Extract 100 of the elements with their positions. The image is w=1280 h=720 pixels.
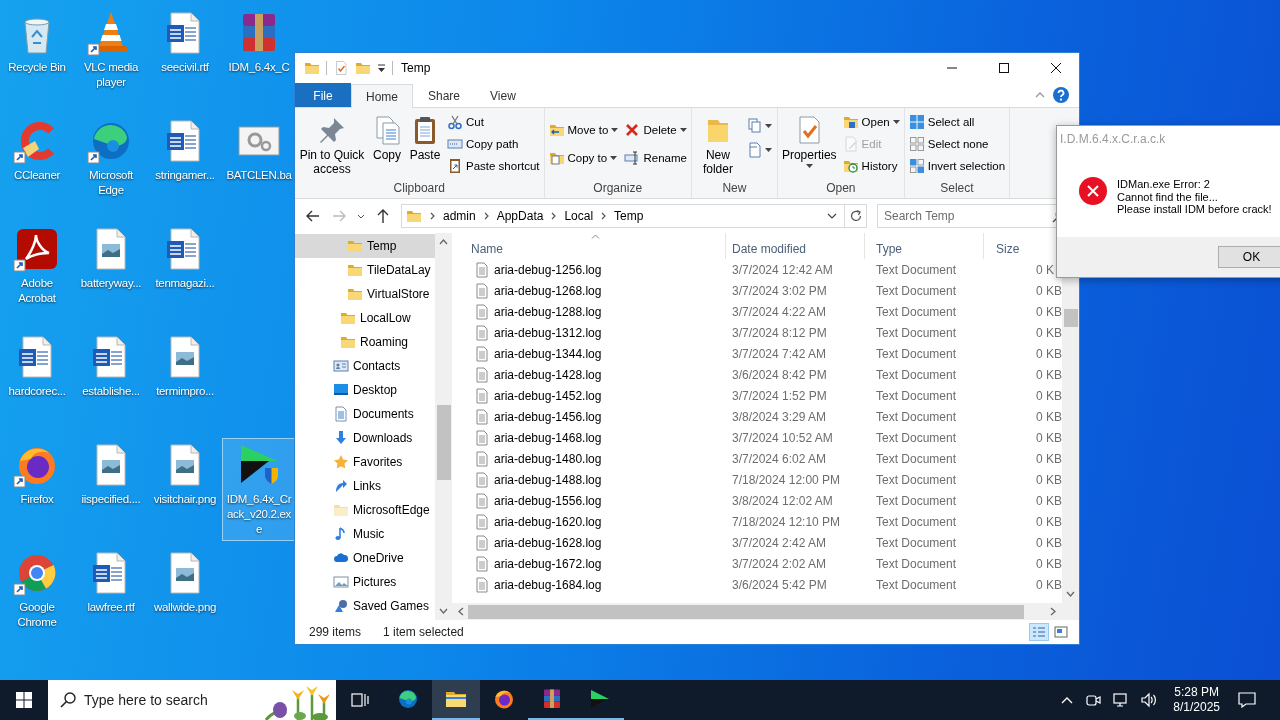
ribbon-tab[interactable]: View: [475, 83, 531, 107]
ribbon-button[interactable]: Delete: [621, 119, 690, 141]
scrollbar-thumb[interactable]: [436, 405, 451, 480]
nav-item[interactable]: Links: [295, 474, 435, 498]
breadcrumb[interactable]: AppData: [496, 209, 544, 223]
file-row[interactable]: aria-debug-1620.log 7/18/2024 12:10 PM Text Document 0 KB: [454, 511, 1062, 532]
taskbar-app[interactable]: [432, 680, 480, 720]
column-header[interactable]: Date modified: [726, 233, 865, 259]
ribbon-button[interactable]: New folder: [692, 111, 743, 179]
table-cell-text: 0 KB: [1035, 304, 1061, 319]
file-row[interactable]: aria-debug-1556.log 3/8/2024 12:02 AM Text Document 0 KB: [454, 490, 1062, 511]
scroll-down-icon[interactable]: [439, 608, 448, 614]
file-name: aria-debug-1312.log: [494, 325, 602, 340]
search-icon: [60, 692, 76, 708]
column-header[interactable]: Name: [454, 233, 726, 259]
refresh-icon: [848, 209, 863, 223]
breadcrumb[interactable]: Temp: [614, 209, 644, 223]
ribbon-button[interactable]: History: [839, 155, 903, 177]
ribbon-button[interactable]: Select all: [905, 111, 1009, 133]
nav-item[interactable]: OneDrive: [295, 546, 435, 570]
ribbon-button[interactable]: Pin to Quick access: [296, 111, 368, 179]
ribbon-button[interactable]: Properties: [778, 111, 840, 171]
search-input[interactable]: Search Temp: [878, 209, 1052, 223]
breadcrumb[interactable]: Local: [564, 209, 594, 223]
nav-item[interactable]: Temp: [295, 234, 435, 258]
column-header[interactable]: Type: [865, 233, 984, 259]
nav-item[interactable]: Contacts: [295, 354, 435, 378]
nav-item[interactable]: Downloads: [295, 426, 435, 450]
nav-item[interactable]: Documents: [295, 402, 435, 426]
ribbon-button[interactable]: Open: [839, 111, 903, 133]
up-arrow-icon[interactable]: [375, 208, 391, 224]
scrollbar-thumb[interactable]: [1063, 309, 1078, 327]
clock[interactable]: 5:28 PM 8/1/2025: [1167, 685, 1226, 715]
file-row[interactable]: aria-debug-1628.log 3/7/2024 2:42 AM Text Document 0 KB: [454, 532, 1062, 553]
nav-item[interactable]: LocalLow: [295, 306, 435, 330]
nav-item[interactable]: Roaming: [295, 330, 435, 354]
table-cell-text: 0 KB: [1035, 493, 1061, 508]
desktop-icon: [333, 382, 349, 398]
file-row[interactable]: aria-debug-1288.log 3/7/2024 4:22 AM Text Document 0 KB: [454, 301, 1062, 322]
network-icon[interactable]: [1113, 692, 1130, 708]
view-button[interactable]: [1051, 623, 1071, 641]
ribbon-tab[interactable]: Home: [351, 84, 413, 108]
ribbon-tab[interactable]: Share: [413, 83, 476, 107]
ribbon-tab[interactable]: File: [295, 83, 351, 107]
nav-item[interactable]: TileDataLay: [295, 258, 435, 282]
ribbon-button[interactable]: Select none: [905, 133, 1009, 155]
recent-caret-icon[interactable]: [357, 213, 365, 219]
nav-item[interactable]: Music: [295, 522, 435, 546]
file-row[interactable]: aria-debug-1452.log 3/7/2024 1:52 PM Text Document 0 KB: [454, 385, 1062, 406]
table-cell-text: Text Document: [875, 304, 958, 319]
nav-item[interactable]: MicrosoftEdge: [295, 498, 435, 522]
back-arrow-icon[interactable]: [305, 208, 321, 224]
help-icon[interactable]: [1053, 87, 1069, 103]
ribbon-button[interactable]: Paste shortcut: [444, 155, 543, 177]
file-row[interactable]: aria-debug-1344.log 3/7/2024 7:42 AM Text Document 0 KB: [454, 343, 1062, 364]
ribbon-button[interactable]: Rename: [621, 147, 690, 169]
nav-item[interactable]: Favorites: [295, 450, 435, 474]
file-row[interactable]: aria-debug-1256.log 3/7/2024 12:42 AM Text Document 0 K: [454, 259, 1062, 280]
file-row[interactable]: aria-debug-1684.log 3/6/2024 5:42 PM Text Document 0 KB: [454, 574, 1062, 595]
search-input[interactable]: Type here to search: [84, 692, 252, 708]
ribbon-button[interactable]: Copy to: [545, 147, 622, 169]
nav-item[interactable]: VirtualStore: [295, 282, 435, 306]
file-row[interactable]: aria-debug-1456.log 3/8/2024 3:29 AM Text Document 0 KB: [454, 406, 1062, 427]
scroll-up-icon[interactable]: [439, 239, 448, 245]
column-header[interactable]: Size: [984, 233, 1061, 259]
nav-item[interactable]: Saved Games: [295, 594, 435, 618]
ribbon-button[interactable]: Copy: [368, 111, 406, 165]
text-file-icon: [474, 303, 490, 320]
ribbon-button[interactable]: Paste: [406, 111, 444, 165]
meeting-icon[interactable]: [1085, 692, 1102, 708]
table-cell-text: Text Document: [875, 514, 958, 529]
nav-item[interactable]: Pictures: [295, 570, 435, 594]
scroll-right-icon[interactable]: [1050, 607, 1056, 616]
notification-icon[interactable]: [1238, 692, 1256, 708]
scroll-down-icon[interactable]: [1066, 591, 1075, 597]
scrollbar[interactable]: [435, 233, 452, 620]
ribbon-button[interactable]: Invert selection: [905, 155, 1009, 177]
file-row[interactable]: aria-debug-1672.log 3/7/2024 2:02 AM Text Document 0 KB: [454, 553, 1062, 574]
address-bar[interactable]: admin AppData Local Temp: [401, 204, 867, 228]
file-row[interactable]: aria-debug-1428.log 3/6/2024 8:42 PM Text Document 0 KB: [454, 364, 1062, 385]
ribbon-button[interactable]: Move to: [545, 119, 622, 141]
ribbon-button[interactable]: Copy path: [444, 133, 543, 155]
ok-button[interactable]: OK: [1218, 246, 1280, 268]
dropdown-icon[interactable]: [827, 213, 837, 219]
scrollbar-thumb[interactable]: [468, 604, 1024, 619]
file-row[interactable]: aria-debug-1468.log 3/7/2024 10:52 AM Text Document 0 KB: [454, 427, 1062, 448]
chevron-up-icon[interactable]: [1061, 696, 1074, 704]
ribbon-button[interactable]: Cut: [444, 111, 543, 133]
file-row[interactable]: aria-debug-1268.log 3/7/2024 3:02 PM Text Document 0 KB: [454, 280, 1062, 301]
file-row[interactable]: aria-debug-1488.log 7/18/2024 12:00 PM Text Document 0 KB: [454, 469, 1062, 490]
collapse-ribbon-icon[interactable]: [1035, 92, 1045, 98]
file-row[interactable]: aria-debug-1312.log 3/7/2024 8:12 PM Text Document 0 KB: [454, 322, 1062, 343]
scroll-left-icon[interactable]: [458, 607, 464, 616]
customize-caret-icon[interactable]: [377, 64, 386, 72]
properties-icon[interactable]: [333, 60, 349, 76]
file-row[interactable]: aria-debug-1480.log 3/7/2024 6:02 AM Text Document 0 KB: [454, 448, 1062, 469]
game-pieces-icon: [333, 598, 349, 614]
nav-item[interactable]: Desktop: [295, 378, 435, 402]
breadcrumb[interactable]: admin: [443, 209, 476, 223]
volume-icon[interactable]: [1141, 692, 1158, 708]
